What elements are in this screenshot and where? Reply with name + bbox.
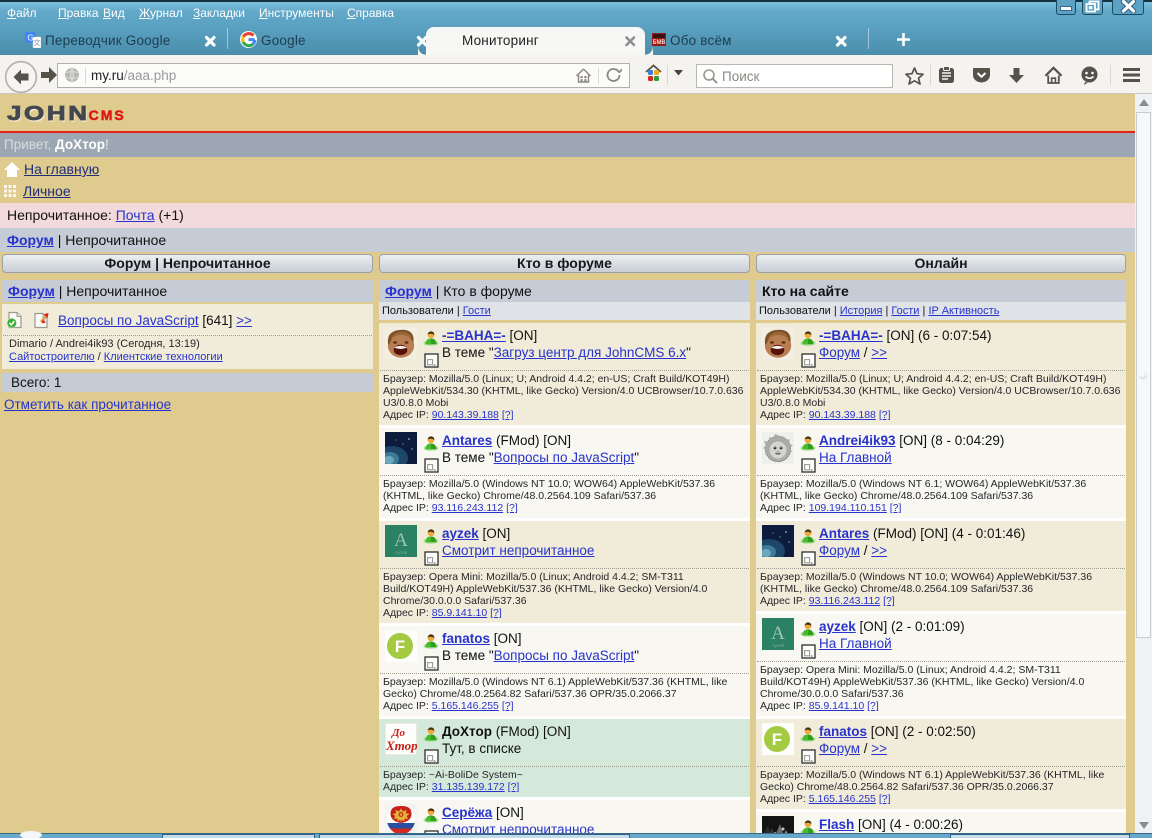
svg-text:БМВ: БМВ: [653, 40, 666, 46]
svg-text:文: 文: [34, 38, 41, 47]
